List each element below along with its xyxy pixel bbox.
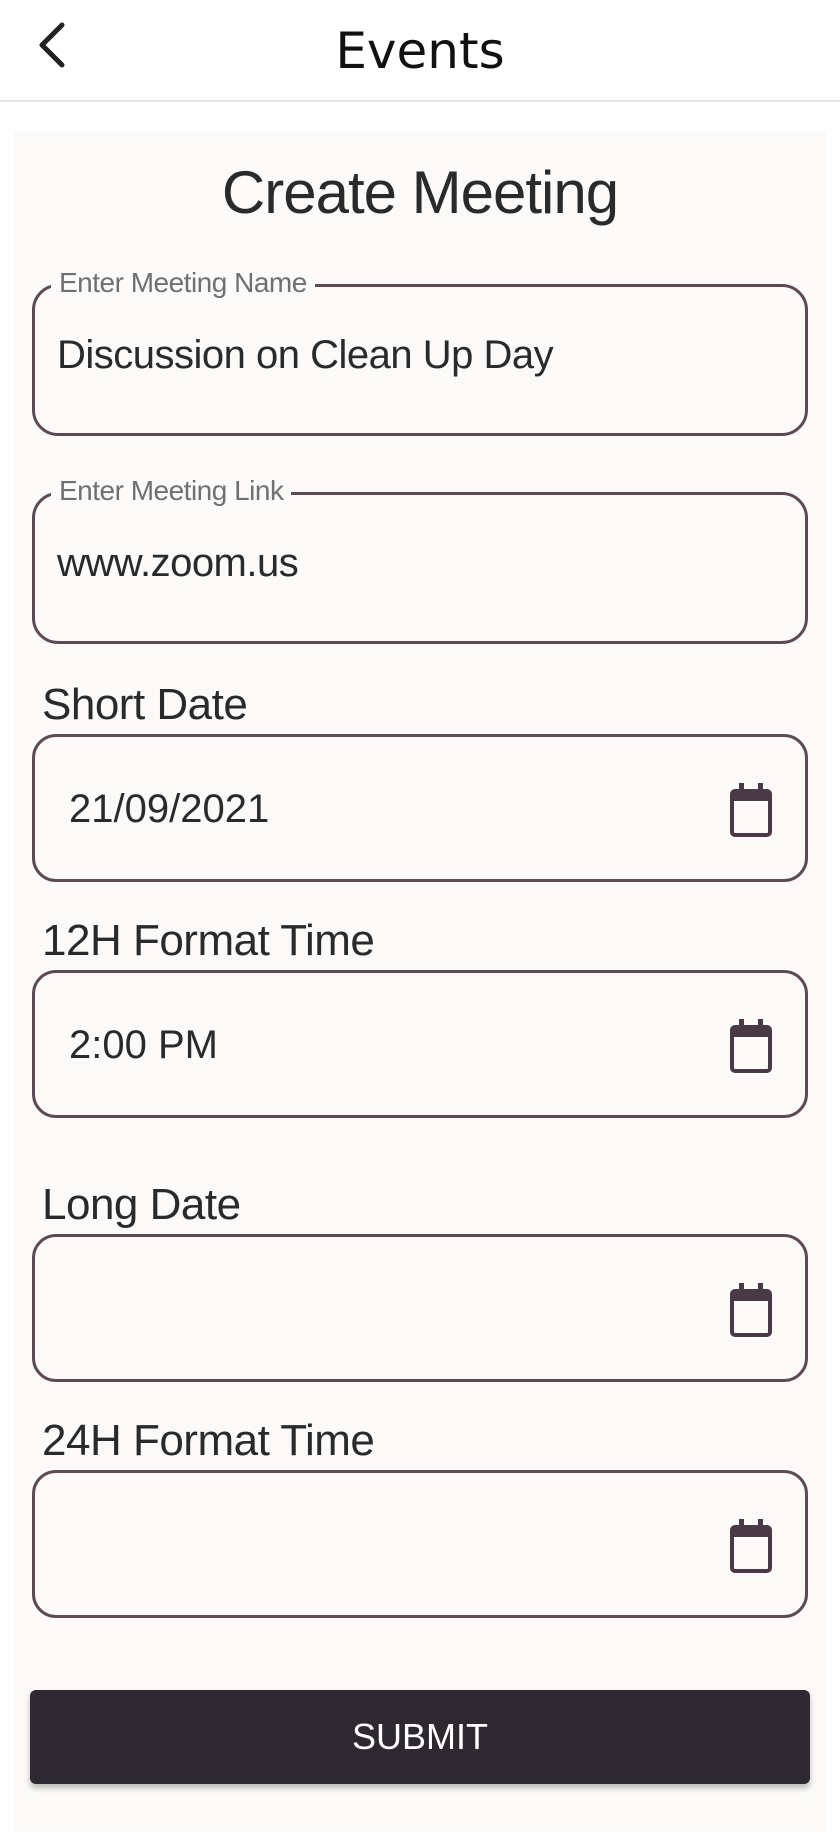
time-12h-input[interactable]: 2:00 PM	[32, 970, 808, 1118]
short-date-label: Short Date	[42, 680, 248, 729]
form-title: Create Meeting	[221, 159, 619, 226]
time-12h-value: 2:00 PM	[69, 1023, 218, 1067]
meeting-name-label: Enter Meeting Name	[51, 267, 315, 299]
short-date-input[interactable]: 21/09/2021	[32, 734, 808, 882]
calendar-icon[interactable]	[729, 1279, 773, 1339]
meeting-name-value[interactable]: Discussion on Clean Up Day	[57, 333, 554, 378]
time-24h-label: 24H Format Time	[42, 1416, 375, 1465]
meeting-link-field[interactable]: Enter Meeting Link www.zoom.us	[32, 475, 808, 644]
meeting-name-field[interactable]: Enter Meeting Name Discussion on Clean U…	[32, 267, 808, 436]
app-header: Events	[0, 0, 840, 102]
meeting-link-value[interactable]: www.zoom.us	[57, 541, 299, 586]
calendar-icon[interactable]	[729, 779, 773, 839]
long-date-label: Long Date	[42, 1180, 241, 1229]
time-24h-input[interactable]	[32, 1470, 808, 1618]
calendar-icon[interactable]	[729, 1515, 773, 1575]
long-date-input[interactable]	[32, 1234, 808, 1382]
short-date-value: 21/09/2021	[69, 787, 270, 831]
calendar-icon[interactable]	[729, 1015, 773, 1075]
create-meeting-form: Create Meeting Enter Meeting Name Discus…	[14, 132, 826, 1832]
time-12h-label: 12H Format Time	[42, 916, 375, 965]
meeting-link-label: Enter Meeting Link	[51, 475, 292, 507]
page-title: Events	[335, 22, 505, 80]
submit-button[interactable]: SUBMIT	[30, 1690, 810, 1784]
